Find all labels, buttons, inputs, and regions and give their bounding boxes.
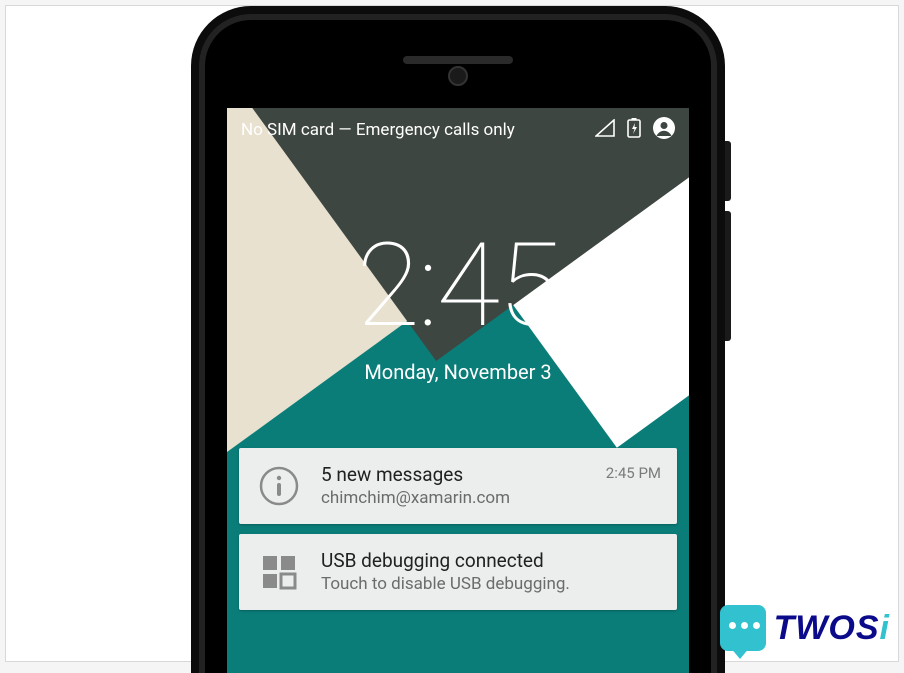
watermark-logo-icon [720,605,766,651]
info-icon [255,462,303,510]
phone-speaker [403,56,513,64]
notification-title: 5 new messages [321,463,588,488]
notification-item[interactable]: 5 new messages chimchim@xamarin.com 2:45… [239,448,677,524]
notification-item[interactable]: USB debugging connected Touch to disable… [239,534,677,610]
notification-shade: 5 new messages chimchim@xamarin.com 2:45… [239,448,677,610]
power-button [725,141,731,201]
notification-subtitle: Touch to disable USB debugging. [321,573,661,595]
notification-subtitle: chimchim@xamarin.com [321,487,588,509]
lock-clock: 2:45 Monday, November 3 [227,228,689,384]
image-frame: No SIM card — Emergency calls only [5,5,899,662]
clock-date: Monday, November 3 [227,360,689,384]
sim-status-text: No SIM card — Emergency calls only [241,120,595,140]
lock-screen[interactable]: No SIM card — Emergency calls only [227,108,689,673]
watermark: TWOSi [720,605,890,651]
signal-icon [595,119,615,142]
phone-body: No SIM card — Emergency calls only [191,6,725,673]
watermark-text: TWOS [774,609,880,647]
grid-icon [255,548,303,596]
notification-title: USB debugging connected [321,549,661,574]
watermark-text-accent: i [880,609,890,647]
clock-time: 2:45 [227,228,689,344]
battery-charging-icon [627,118,641,143]
status-bar[interactable]: No SIM card — Emergency calls only [227,108,689,152]
phone-front-camera [448,66,468,86]
profile-icon[interactable] [653,117,675,144]
notification-timestamp: 2:45 PM [606,464,661,482]
volume-buttons [725,211,731,341]
